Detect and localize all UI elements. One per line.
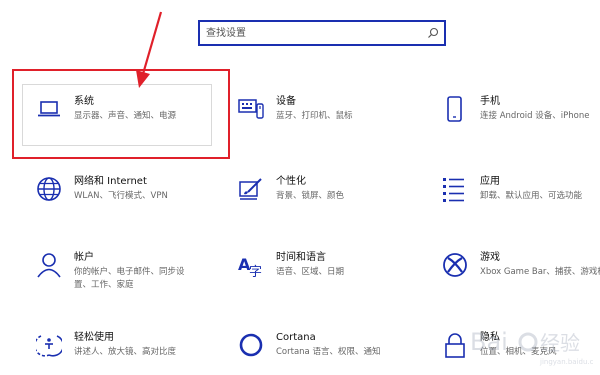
tile-ease-of-access[interactable]: 轻松使用 讲述人、放大镜、高对比度: [36, 332, 216, 372]
tile-title: 时间和语言: [276, 252, 326, 263]
phone-icon: [447, 96, 462, 122]
time-language-icon: A 字: [238, 255, 262, 278]
ease-of-access-icon: [36, 335, 62, 357]
laptop-icon: [38, 101, 60, 117]
tile-title: 轻松使用: [74, 332, 114, 343]
tile-description: Xbox Game Bar、捕获、游戏模式: [480, 267, 600, 277]
apps-list-icon: [443, 178, 464, 202]
tile-description: 你的帐户、电子邮件、同步设置、工作、家庭: [74, 267, 185, 290]
tile-title: 网络和 Internet: [74, 176, 147, 187]
person-icon: [37, 253, 61, 278]
tile-description: 讲述人、放大镜、高对比度: [74, 347, 177, 357]
tile-title: 个性化: [276, 176, 306, 187]
tile-cortana[interactable]: Cortana Cortana 语言、权限、通知: [238, 332, 418, 372]
tile-network[interactable]: 网络和 Internet WLAN、飞行模式、VPN: [36, 176, 216, 216]
search-input[interactable]: [206, 24, 416, 42]
tile-title: 游戏: [480, 252, 500, 263]
baidu-watermark: Bai 经验 jingyan.baidu.com: [470, 328, 593, 366]
cortana-icon: [239, 333, 263, 357]
tile-title: 系统: [74, 96, 94, 107]
svg-text:经验: 经验: [540, 331, 580, 355]
globe-icon: [37, 177, 61, 201]
tile-accounts[interactable]: 帐户 你的帐户、电子邮件、同步设置、工作、家庭: [36, 252, 216, 292]
paint-icon: [239, 178, 262, 200]
tile-description: 背景、锁屏、颜色: [276, 191, 345, 201]
tile-system[interactable]: 系统 显示器、声音、通知、电源: [36, 96, 216, 136]
search-icon[interactable]: [427, 27, 439, 39]
keyboard-icon: [238, 99, 264, 119]
tile-gaming[interactable]: 游戏 Xbox Game Bar、捕获、游戏模式: [442, 252, 600, 292]
tile-phone[interactable]: 手机 连接 Android 设备、iPhone: [442, 96, 600, 136]
xbox-icon: [443, 253, 467, 277]
tile-personalization[interactable]: 个性化 背景、锁屏、颜色: [238, 176, 418, 216]
search-box[interactable]: [198, 20, 446, 46]
tile-time-language[interactable]: A 字 时间和语言 语音、区域、日期: [238, 252, 418, 292]
tile-title: Cortana: [276, 332, 316, 343]
tile-title: 帐户: [74, 252, 94, 263]
tile-title: 设备: [276, 96, 296, 107]
tile-title: 手机: [480, 96, 500, 107]
tile-description: 连接 Android 设备、iPhone: [480, 111, 590, 121]
svg-text:jingyan.baidu.com: jingyan.baidu.com: [539, 358, 593, 366]
lock-icon: [445, 333, 465, 358]
tile-description: 蓝牙、打印机、鼠标: [276, 111, 353, 121]
tile-apps[interactable]: 应用 卸载、默认应用、可选功能: [442, 176, 600, 216]
tile-description: 语音、区域、日期: [276, 267, 345, 277]
tile-description: Cortana 语言、权限、通知: [276, 347, 381, 357]
svg-text:字: 字: [249, 265, 262, 278]
tile-title: 应用: [480, 176, 500, 187]
svg-text:Bai: Bai: [470, 328, 508, 356]
tile-devices[interactable]: 设备 蓝牙、打印机、鼠标: [238, 96, 418, 136]
tile-description: WLAN、飞行模式、VPN: [74, 191, 168, 201]
tile-description: 卸载、默认应用、可选功能: [480, 191, 583, 201]
tile-description: 显示器、声音、通知、电源: [74, 111, 177, 121]
